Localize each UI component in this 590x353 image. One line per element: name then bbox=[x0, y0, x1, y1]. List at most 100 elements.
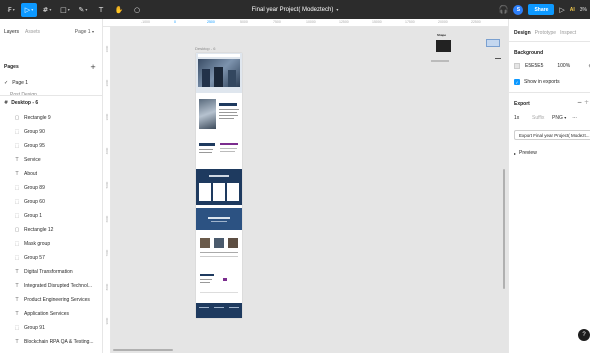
layer-label: Group 60 bbox=[24, 199, 45, 205]
ruler-tick: 5000 bbox=[240, 20, 248, 24]
layer-item[interactable]: T Application Services bbox=[13, 309, 69, 319]
toolbar: ₣ ▾ ▷ ▾ # ▾ □ ▾ ✎ ▾ T ✋ ○ Final year Project(… bbox=[0, 0, 590, 19]
layer-item[interactable]: ▢ Rectangle 9 bbox=[13, 113, 51, 123]
ai-button[interactable]: AI bbox=[570, 7, 575, 13]
side-object-tiny bbox=[431, 60, 449, 62]
layer-item[interactable]: ⬚ Group 60 bbox=[13, 197, 45, 207]
share-button[interactable]: Share bbox=[528, 4, 555, 15]
chevron-down-icon: ▾ bbox=[49, 7, 52, 12]
help-button[interactable]: ? bbox=[578, 329, 590, 341]
canvas-horizontal-scrollbar[interactable] bbox=[113, 349, 173, 351]
page-selector[interactable]: Page 1 ▾ bbox=[75, 29, 94, 35]
export-suffix-input[interactable]: Suffix bbox=[532, 115, 552, 121]
page-item-page-1[interactable]: ✓ Page 1 bbox=[4, 80, 28, 86]
tab-prototype[interactable]: Prototype bbox=[535, 30, 556, 36]
layer-item[interactable]: T Blockchain RPA QA & Testing... bbox=[13, 337, 94, 347]
ruler-tick: -1000 bbox=[141, 20, 150, 24]
ruler-tick: 20000 bbox=[438, 20, 448, 24]
hand-tool-button[interactable]: ✋ bbox=[111, 3, 127, 17]
cta-text bbox=[208, 217, 230, 219]
divider bbox=[509, 92, 590, 93]
show-in-exports-row[interactable]: ✓ Show in exports bbox=[514, 79, 560, 85]
ruler-tick: 8000 bbox=[105, 283, 109, 291]
divider bbox=[509, 41, 590, 42]
team-photo bbox=[228, 238, 238, 248]
comment-tool-button[interactable]: ○ bbox=[129, 3, 145, 17]
present-icon[interactable]: ▷ bbox=[559, 6, 564, 14]
background-opacity[interactable]: 100% bbox=[557, 63, 570, 69]
ruler-top: -1000 0 2500 5000 7500 10000 12500 15000 17500 20… bbox=[103, 19, 508, 27]
team-names bbox=[200, 252, 238, 253]
layer-item[interactable]: ⬚ Group 1 bbox=[13, 211, 42, 221]
hero-section bbox=[196, 53, 242, 93]
move-tool-button[interactable]: ▷ ▾ bbox=[21, 2, 37, 17]
layer-label: Rectangle 12 bbox=[24, 227, 54, 233]
background-hex[interactable]: E5E5E5 bbox=[525, 63, 543, 69]
layers-panel: Layers Assets Page 1 ▾ Pages + ✓ Page 1 … bbox=[0, 19, 103, 353]
hero-people bbox=[214, 67, 223, 87]
tab-design[interactable]: Design bbox=[514, 30, 531, 36]
color-swatch[interactable] bbox=[514, 63, 520, 69]
side-object-blue[interactable] bbox=[486, 39, 500, 47]
layer-item[interactable]: T About bbox=[13, 169, 37, 179]
hero-people bbox=[228, 70, 236, 87]
layer-item[interactable]: ⬚ Group 90 bbox=[13, 127, 45, 137]
remove-export-icon[interactable]: − bbox=[577, 99, 582, 106]
layer-item[interactable]: ⬚ Group 57 bbox=[13, 253, 45, 263]
side-object-dark[interactable] bbox=[436, 40, 451, 52]
layer-item[interactable]: T Product Engineering Services bbox=[13, 295, 89, 305]
zoom-level[interactable]: 3% bbox=[580, 7, 587, 13]
pen-tool-button[interactable]: ✎ ▾ bbox=[75, 3, 91, 17]
layer-item[interactable]: ⬚ Mask group bbox=[13, 239, 51, 249]
layer-label: Blockchain RPA QA & Testing... bbox=[24, 339, 94, 345]
canvas[interactable]: -1000 0 2500 5000 7500 10000 12500 15000 17500 20… bbox=[103, 19, 508, 353]
more-icon[interactable]: ⋯ bbox=[572, 115, 577, 121]
properties-panel: Design Prototype Inspect Background E5E5… bbox=[508, 19, 590, 353]
avatar[interactable]: S bbox=[513, 4, 524, 15]
layer-item[interactable]: T Integrated Disrupted Technol... bbox=[13, 281, 92, 291]
hero-nav bbox=[198, 54, 240, 57]
checkbox-show-in-exports[interactable]: ✓ bbox=[514, 79, 520, 85]
layer-item[interactable]: ⬚ Group 95 bbox=[13, 141, 45, 151]
background-fill-row[interactable]: E5E5E5 100% ◉ bbox=[514, 63, 590, 69]
team-section bbox=[196, 233, 242, 265]
canvas-vertical-scrollbar[interactable] bbox=[503, 169, 505, 289]
add-export-icon[interactable]: + bbox=[584, 99, 589, 106]
headphones-icon[interactable]: 🎧 bbox=[499, 5, 509, 14]
layer-label: Application Services bbox=[24, 311, 70, 317]
group-icon: ⬚ bbox=[14, 241, 20, 247]
side-object-small[interactable] bbox=[495, 58, 501, 59]
tab-assets[interactable]: Assets bbox=[25, 29, 40, 35]
layer-item[interactable]: ⬚ Group 91 bbox=[13, 323, 45, 333]
preview-toggle[interactable]: ▸ Preview bbox=[514, 150, 537, 156]
layer-item[interactable]: ▢ Rectangle 12 bbox=[13, 225, 54, 235]
about-text bbox=[219, 118, 234, 119]
add-page-icon[interactable]: + bbox=[90, 63, 96, 71]
layer-label: Group 57 bbox=[24, 255, 45, 261]
contact-line bbox=[200, 292, 238, 293]
tab-inspect[interactable]: Inspect bbox=[560, 30, 576, 36]
export-settings-row: 1x Suffix PNG ▾ ⋯ bbox=[514, 115, 590, 121]
frame-desktop-6[interactable] bbox=[196, 53, 242, 318]
services-card bbox=[227, 183, 239, 201]
file-title-text[interactable]: Final year Project( Modeztech) bbox=[252, 7, 334, 13]
contact-text bbox=[200, 279, 212, 280]
shape-tool-button[interactable]: □ ▾ bbox=[57, 3, 73, 17]
export-scale[interactable]: 1x bbox=[514, 115, 532, 121]
frame-tool-button[interactable]: # ▾ bbox=[39, 3, 55, 17]
page-selector-label: Page 1 bbox=[74, 29, 91, 35]
layer-item[interactable]: T Service bbox=[13, 155, 40, 165]
contact-text bbox=[200, 282, 210, 283]
layer-frame-desktop-6[interactable]: # Desktop - 6 bbox=[4, 100, 38, 106]
footer-text bbox=[229, 307, 239, 308]
page-item-label: Page 1 bbox=[12, 80, 29, 86]
export-button[interactable]: Export Final year Project( Modezt... bbox=[514, 130, 590, 140]
export-format-select[interactable]: PNG ▾ bbox=[552, 115, 566, 121]
main-menu-button[interactable]: ₣ ▾ bbox=[3, 3, 19, 17]
text-tool-button[interactable]: T bbox=[93, 3, 109, 17]
team-names bbox=[200, 256, 238, 257]
layer-item[interactable]: T Digital Transformation bbox=[13, 267, 72, 277]
tab-layers[interactable]: Layers bbox=[4, 29, 19, 35]
frame-label[interactable]: Desktop - 6 bbox=[195, 46, 215, 51]
layer-item[interactable]: ⬚ Group 89 bbox=[13, 183, 45, 193]
